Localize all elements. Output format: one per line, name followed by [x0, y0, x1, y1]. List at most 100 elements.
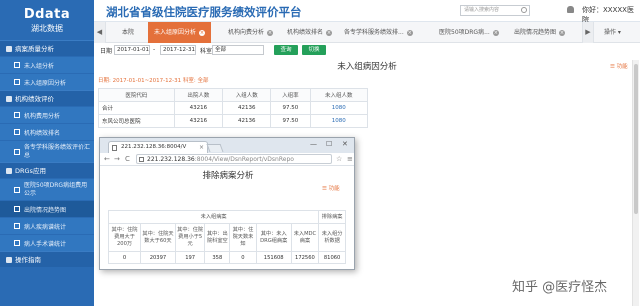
- group-header: 未入组病案: [107, 210, 320, 224]
- close-icon[interactable]: ×: [199, 142, 204, 153]
- column-header[interactable]: 医院代码: [98, 88, 175, 102]
- nav-item-ungrouped[interactable]: 未入组分析: [0, 56, 94, 73]
- nav-section-quality[interactable]: 病案质量分析: [0, 40, 94, 56]
- dept-select[interactable]: 全部: [212, 45, 264, 55]
- column-header: 其中：住院费用大于200万: [107, 223, 142, 252]
- tab-bar: ◀ 本院 未入组原因分析 × 机构向费分析 × 机构绩效排名 × 各专学科服务绩效排.…: [94, 22, 640, 43]
- star-icon[interactable]: ☆: [336, 155, 342, 163]
- close-icon[interactable]: ×: [492, 30, 499, 36]
- doc-icon: [14, 112, 20, 118]
- table-cell: 0: [229, 251, 257, 264]
- nav-section-drgs[interactable]: DRGs应用: [0, 162, 94, 178]
- menu-icon[interactable]: ≡: [347, 155, 353, 163]
- popup-tab-bar: 221.232.128.36:8004/V × — ☐ ✕: [100, 138, 354, 153]
- bell-icon[interactable]: [567, 6, 574, 13]
- table-cell: 42136: [222, 114, 272, 128]
- close-icon[interactable]: ×: [559, 30, 566, 36]
- feature-link[interactable]: ☰ 功能: [610, 62, 628, 70]
- dept-label: 科室: [200, 48, 213, 55]
- table-row: 合计 43216 42136 97.50 1080: [98, 101, 368, 115]
- nav-section-performance[interactable]: 机构绩效评价: [0, 90, 94, 106]
- tab-home[interactable]: 本院: [122, 22, 134, 43]
- doc-icon: [14, 79, 20, 85]
- table-cell: 97.50: [270, 101, 311, 115]
- close-icon[interactable]: ×: [267, 30, 274, 36]
- forward-icon[interactable]: →: [114, 155, 120, 163]
- nav-item-drg50[interactable]: 医院50项DRG病组费用公示: [0, 178, 94, 200]
- table-cell: 172560: [290, 251, 320, 264]
- watermark: 知乎 @医疗怪杰: [512, 280, 608, 295]
- nav-item-specialty[interactable]: 各专学科服务绩效评价汇总: [0, 140, 94, 162]
- doc-icon: [14, 223, 20, 229]
- tab-cost[interactable]: 机构向费分析 ×: [228, 22, 274, 43]
- export-button[interactable]: 切换: [302, 45, 326, 55]
- tab-discharge-trend[interactable]: 出院情况趋势图 ×: [514, 22, 566, 43]
- date-from-input[interactable]: 2017-01-01: [114, 45, 150, 55]
- page-icon: [139, 157, 144, 162]
- new-tab-button[interactable]: [206, 144, 224, 152]
- column-header[interactable]: 入组率: [270, 88, 311, 102]
- search-icon[interactable]: [521, 7, 527, 13]
- group-header: 排除病案: [318, 210, 346, 224]
- column-header[interactable]: 入组人数: [222, 88, 272, 102]
- column-header: 未入MDC病案: [290, 223, 320, 252]
- doc-icon: [14, 129, 20, 135]
- url-input[interactable]: 221.232.128.36:8004/View/DsnReport/vDsnR…: [136, 154, 332, 164]
- close-icon[interactable]: ×: [199, 30, 206, 36]
- reload-icon[interactable]: C: [125, 155, 130, 163]
- nav-item-ungrouped-reason[interactable]: 未入组原因分析: [0, 73, 94, 90]
- column-header: 其中：住院天数未知: [229, 223, 257, 252]
- tab-next-button[interactable]: ▶: [582, 22, 594, 43]
- column-header: 其中：住院天数大于60天: [140, 223, 176, 252]
- ungrouped-count-link[interactable]: 1080: [309, 101, 368, 115]
- page-icon: [112, 145, 117, 151]
- close-icon[interactable]: ×: [326, 30, 333, 36]
- column-header: 其中：出院科室空: [204, 223, 231, 252]
- panel-title: 未入组病因分析: [337, 62, 397, 72]
- table-cell: 81060: [318, 251, 346, 264]
- group-header-row: 未入组病案 排除病案: [107, 210, 346, 224]
- table-cell: 358: [204, 251, 231, 264]
- chart-icon: [6, 46, 12, 52]
- doc-icon: [14, 62, 20, 68]
- nav-item-disease-spectrum[interactable]: 病人疾病谱统计: [0, 217, 94, 234]
- tab-prev-button[interactable]: ◀: [94, 22, 106, 43]
- column-header[interactable]: 未入组人数: [309, 88, 368, 102]
- nav-item-surgery-spectrum[interactable]: 病人手术谱统计: [0, 234, 94, 251]
- popup-tab[interactable]: 221.232.128.36:8004/V ×: [108, 141, 208, 153]
- tab-operations[interactable]: 操作 ▾: [604, 22, 621, 43]
- table-cell: 151608: [255, 251, 292, 264]
- back-icon[interactable]: ←: [104, 155, 110, 163]
- nav-item-ranking[interactable]: 机构绩效排名: [0, 123, 94, 140]
- tab-ungrouped-reason[interactable]: 未入组原因分析 ×: [148, 22, 212, 43]
- ungrouped-count-link[interactable]: 1080: [309, 114, 368, 128]
- tab-drg50[interactable]: 医院50项DRG病... ×: [439, 22, 499, 43]
- table-header-row: 其中：住院费用大于200万 其中：住院天数大于60天 其中：住院费用小于5元 其…: [107, 223, 346, 252]
- address-bar: ← → C 221.232.128.36:8004/View/DsnReport…: [100, 153, 354, 166]
- maximize-icon[interactable]: ☐: [326, 140, 332, 148]
- brand-title: Ddata: [23, 7, 71, 22]
- table-cell: 合计: [98, 101, 175, 115]
- popup-window: 221.232.128.36:8004/V × — ☐ ✕ ← → C 221.…: [99, 137, 355, 270]
- brand-logo[interactable]: Ddata 湖北数据: [0, 0, 94, 40]
- table-cell: 97.50: [270, 114, 311, 128]
- search-input[interactable]: 请输入搜索内容: [460, 5, 530, 16]
- column-header[interactable]: 出院人数: [173, 88, 224, 102]
- close-icon[interactable]: ×: [406, 30, 413, 36]
- doc-icon: [14, 240, 20, 246]
- tab-specialty[interactable]: 各专学科服务绩效排... ×: [344, 22, 413, 43]
- popup-feature-link[interactable]: ☰ 功能: [322, 184, 340, 192]
- scrollbar[interactable]: [632, 60, 639, 306]
- table-cell: 0: [107, 251, 142, 264]
- minimize-icon[interactable]: —: [310, 140, 317, 148]
- brand-subtitle: 湖北数据: [31, 24, 63, 33]
- scrollbar-thumb[interactable]: [634, 64, 638, 214]
- nav-section-guide[interactable]: 操作指南: [0, 251, 94, 267]
- doc-icon: [14, 206, 20, 212]
- query-button[interactable]: 查询: [274, 45, 298, 55]
- nav-item-discharge-trend[interactable]: 出院情况趋势图: [0, 200, 94, 217]
- nav-item-cost[interactable]: 机构费用分析: [0, 106, 94, 123]
- date-to-input[interactable]: 2017-12-31: [160, 45, 196, 55]
- close-window-icon[interactable]: ✕: [342, 140, 348, 148]
- tab-ranking[interactable]: 机构绩效排名 ×: [287, 22, 333, 43]
